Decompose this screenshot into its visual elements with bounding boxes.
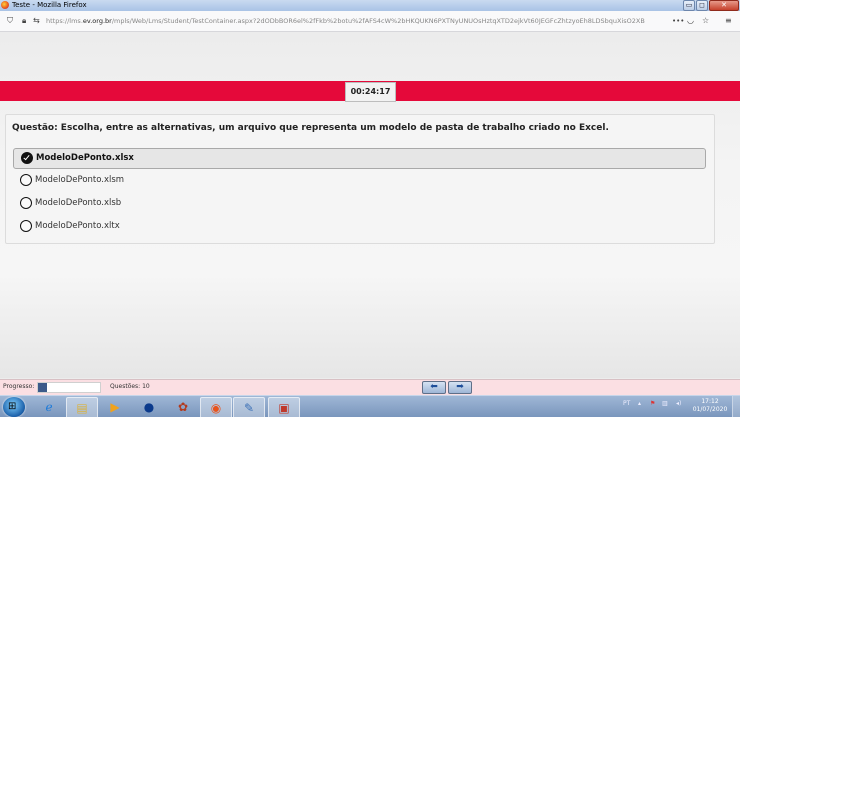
previous-question-button[interactable]: ⬅ [422,381,446,394]
timer: 00:24:17 [345,82,396,102]
progress-bar-fill [38,383,48,392]
answer-option-3[interactable]: ModeloDePonto.xlsb [13,194,704,213]
windows-logo-icon: ⊞ [8,401,17,412]
radio-checked-icon[interactable] [21,152,33,164]
url-path: /mpls/Web/Lms/Student/TestContainer.aspx… [111,17,645,25]
progress-bar [37,382,101,393]
radio-unchecked-icon[interactable] [20,174,32,186]
windows-taskbar: ⊞ ℯ ▤ ▶ ● ✿ ◉ ✎ ▣ PT ▴ ⚑ ▥ ◂) 17:12 01/0… [0,395,740,417]
screen: Teste - Mozilla Firefox ▭ ◻ ✕ ⛉ 🔒︎ ⇆ htt… [0,0,740,417]
show-desktop-button[interactable] [732,396,740,417]
window-titlebar: Teste - Mozilla Firefox ▭ ◻ ✕ [0,0,740,11]
close-button[interactable]: ✕ [709,0,739,11]
explorer-icon[interactable]: ▤ [66,397,98,417]
question-text: Questão: Escolha, entre as alternativas,… [12,123,609,133]
answer-option-label: ModeloDePonto.xlsx [36,153,134,163]
browser-navbar: ⛉ 🔒︎ ⇆ https://lms.ev.org.br/mpls/Web/Lm… [0,11,740,32]
pocket-icon[interactable]: ◡ [687,16,694,26]
clock[interactable]: 17:12 01/07/2020 [690,398,730,414]
start-button[interactable]: ⊞ [3,397,25,417]
lock-icon[interactable]: 🔒︎ [22,16,26,26]
answer-option-label: ModeloDePonto.xlsm [35,175,125,185]
language-indicator[interactable]: PT [623,400,630,408]
shield-icon[interactable]: ⛉ [7,16,13,26]
maximize-button[interactable]: ◻ [696,0,708,11]
url-bar[interactable]: https://lms.ev.org.br/mpls/Web/Lms/Stude… [46,15,668,27]
permissions-icon[interactable]: ⇆ [33,16,40,26]
questions-count: Questões: 10 [110,383,150,390]
clock-time: 17:12 [701,398,719,405]
url-prefix: https://lms. [46,17,83,25]
url-domain: ev.org.br [82,17,112,25]
clock-date: 01/07/2020 [692,406,728,413]
test-footer: Progresso: Questões: 10 ⬅ ➡ [0,379,740,395]
progress-label: Progresso: [3,383,35,390]
window-title: Teste - Mozilla Firefox [12,1,87,9]
radio-unchecked-icon[interactable] [20,220,32,232]
answer-option-label: ModeloDePonto.xltx [35,221,120,231]
minimize-button[interactable]: ▭ [683,0,695,11]
firefox-icon[interactable]: ◉ [200,397,232,417]
action-center-icon[interactable]: ⚑ [650,400,655,408]
hp-icon[interactable]: ● [134,397,164,417]
bookmark-star-icon[interactable]: ☆ [702,16,709,26]
media-player-icon[interactable]: ▶ [100,397,130,417]
question-panel: Questão: Escolha, entre as alternativas,… [5,114,715,244]
ie-icon[interactable]: ℯ [34,397,64,417]
answer-option-1[interactable]: ModeloDePonto.xlsx [13,148,706,169]
tray-arrow-icon[interactable]: ▴ [638,400,641,408]
volume-icon[interactable]: ◂) [676,400,681,408]
app-icon[interactable]: ✿ [168,397,198,417]
page-actions-menu-icon[interactable]: ••• [672,16,684,26]
firefox-icon [1,1,9,9]
next-question-button[interactable]: ➡ [448,381,472,394]
answer-option-label: ModeloDePonto.xlsb [35,198,122,208]
pdf-icon[interactable]: ▣ [268,397,300,417]
paint-icon[interactable]: ✎ [233,397,265,417]
answer-option-4[interactable]: ModeloDePonto.xltx [13,217,704,236]
radio-unchecked-icon[interactable] [20,197,32,209]
network-icon[interactable]: ▥ [662,400,668,408]
hamburger-menu-icon[interactable]: ≡ [725,16,732,26]
answer-option-2[interactable]: ModeloDePonto.xlsm [13,171,704,190]
